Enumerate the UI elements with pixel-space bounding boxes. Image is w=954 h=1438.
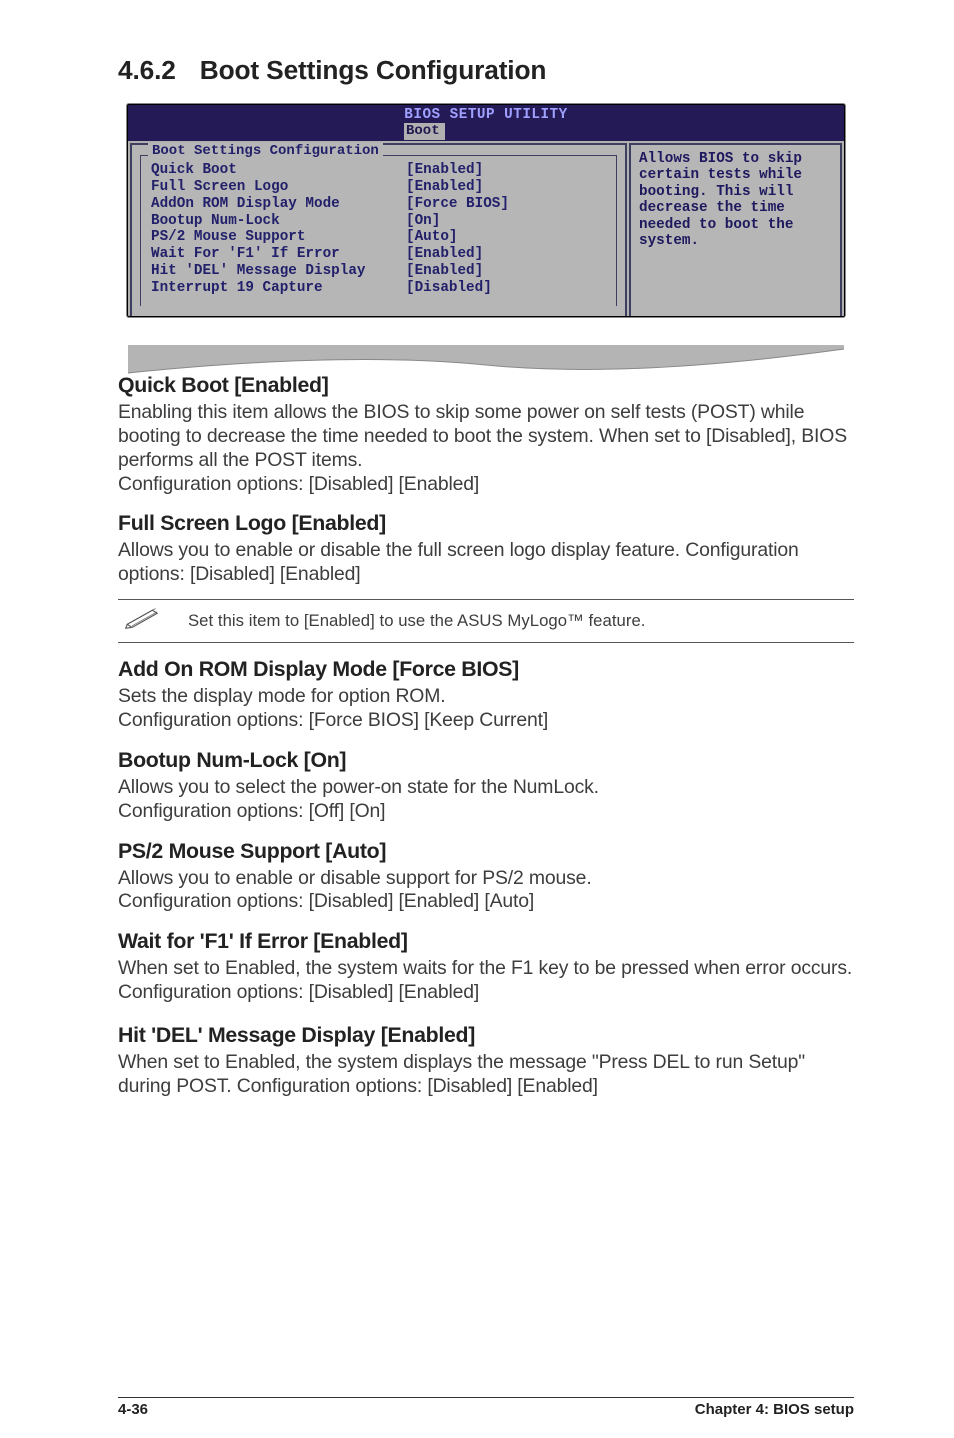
body-text: Configuration options: [Force BIOS] [Kee… xyxy=(118,709,854,733)
bios-help-text: Allows BIOS to skip certain tests while … xyxy=(639,151,802,249)
bios-item-name: Quick Boot xyxy=(151,162,406,179)
bios-item-value: [On] xyxy=(406,213,440,230)
body-text: Allows you to enable or disable support … xyxy=(118,867,854,891)
page-footer: 4-36 Chapter 4: BIOS setup xyxy=(118,1397,854,1418)
bios-item-value: [Auto] xyxy=(406,229,457,246)
bios-row: PS/2 Mouse Support[Auto] xyxy=(151,229,610,246)
subsection-heading: Wait for 'F1' If Error [Enabled] xyxy=(118,929,854,954)
bios-item-name: Bootup Num-Lock xyxy=(151,213,406,230)
pencil-icon xyxy=(118,607,188,634)
body-text: When set to Enabled, the system displays… xyxy=(118,1051,854,1099)
bios-item-name: Hit 'DEL' Message Display xyxy=(151,263,406,280)
bios-row: Interrupt 19 Capture[Disabled] xyxy=(151,280,610,297)
curve-icon xyxy=(128,345,844,379)
body-text: Configuration options: [Off] [On] xyxy=(118,800,854,824)
bios-help-panel: Allows BIOS to skip certain tests while … xyxy=(629,143,842,316)
body-text: Allows you to select the power-on state … xyxy=(118,776,854,800)
subsection-heading: Hit 'DEL' Message Display [Enabled] xyxy=(118,1023,854,1048)
bios-item-value: [Enabled] xyxy=(406,179,483,196)
bios-screenshot: BIOS SETUP UTILITY Boot Boot Settings Co… xyxy=(127,104,845,317)
body-text: Configuration options: [Disabled] [Enabl… xyxy=(118,473,854,497)
bios-tab-boot: Boot xyxy=(404,123,445,140)
note-text: Set this item to [Enabled] to use the AS… xyxy=(188,611,645,631)
bios-row: Quick Boot[Enabled] xyxy=(151,162,610,179)
section-heading: 4.6.2 Boot Settings Configuration xyxy=(118,55,854,86)
bios-item-value: [Disabled] xyxy=(406,280,492,297)
subsection-heading: Full Screen Logo [Enabled] xyxy=(118,511,854,536)
page-number: 4-36 xyxy=(118,1401,148,1418)
note-callout: Set this item to [Enabled] to use the AS… xyxy=(118,599,854,643)
section-number: 4.6.2 xyxy=(118,55,176,86)
bios-title: BIOS SETUP UTILITY xyxy=(128,105,844,123)
bios-item-value: [Enabled] xyxy=(406,162,483,179)
bios-left-panel: Boot Settings Configuration Quick Boot[E… xyxy=(130,143,627,316)
section-title: Boot Settings Configuration xyxy=(200,55,547,85)
bios-row: Full Screen Logo[Enabled] xyxy=(151,179,610,196)
subsection-heading: Bootup Num-Lock [On] xyxy=(118,748,854,773)
bios-item-name: AddOn ROM Display Mode xyxy=(151,196,406,213)
bios-item-name: PS/2 Mouse Support xyxy=(151,229,406,246)
bios-row: Hit 'DEL' Message Display[Enabled] xyxy=(151,263,610,280)
bios-row: AddOn ROM Display Mode[Force BIOS] xyxy=(151,196,610,213)
subsection-heading: PS/2 Mouse Support [Auto] xyxy=(118,839,854,864)
bios-row: Wait For 'F1' If Error[Enabled] xyxy=(151,246,610,263)
body-text: When set to Enabled, the system waits fo… xyxy=(118,957,854,1005)
body-text: Sets the display mode for option ROM. xyxy=(118,685,854,709)
bios-item-value: [Enabled] xyxy=(406,263,483,280)
body-text: Configuration options: [Disabled] [Enabl… xyxy=(118,890,854,914)
bios-item-value: [Enabled] xyxy=(406,246,483,263)
body-text: Enabling this item allows the BIOS to sk… xyxy=(118,401,854,473)
body-text: Allows you to enable or disable the full… xyxy=(118,539,854,587)
chapter-label: Chapter 4: BIOS setup xyxy=(695,1401,854,1418)
subsection-heading: Add On ROM Display Mode [Force BIOS] xyxy=(118,657,854,682)
bios-item-name: Full Screen Logo xyxy=(151,179,406,196)
bios-item-value: [Force BIOS] xyxy=(406,196,509,213)
bios-item-name: Wait For 'F1' If Error xyxy=(151,246,406,263)
bios-tab-row: Boot xyxy=(128,123,844,141)
bios-curve-decoration xyxy=(128,345,844,379)
bios-row: Bootup Num-Lock[On] xyxy=(151,213,610,230)
bios-panel-title: Boot Settings Configuration xyxy=(148,143,383,159)
bios-item-name: Interrupt 19 Capture xyxy=(151,280,406,297)
